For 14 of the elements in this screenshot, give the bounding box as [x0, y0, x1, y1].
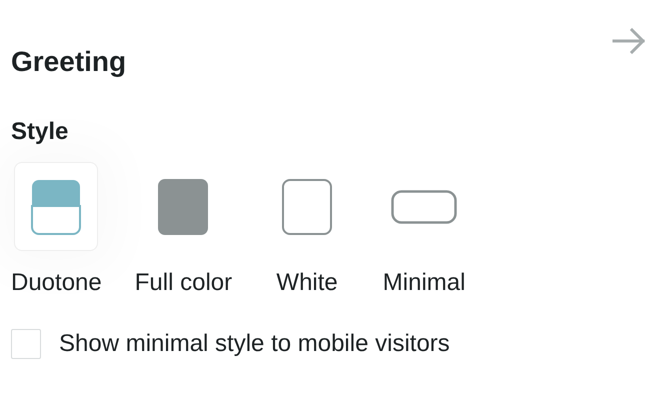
- style-option-label: Minimal: [382, 269, 466, 297]
- style-label: Style: [11, 118, 70, 146]
- style-option[interactable]: [14, 162, 98, 251]
- style-option-label: Duotone: [11, 269, 102, 297]
- duotone-style-icon: [31, 178, 82, 234]
- filled-style-icon: [158, 178, 208, 234]
- outline-style-icon: [282, 178, 332, 234]
- section-title: Greeting: [11, 46, 126, 78]
- style-option-label: White: [276, 269, 338, 297]
- minimal-style-icon: [391, 190, 458, 224]
- style-option-label: Full color: [134, 269, 232, 297]
- checkbox[interactable]: [11, 329, 41, 359]
- arrow-right-icon[interactable]: [612, 28, 646, 54]
- checkbox-label: Show minimal style to mobile visitors: [59, 330, 450, 358]
